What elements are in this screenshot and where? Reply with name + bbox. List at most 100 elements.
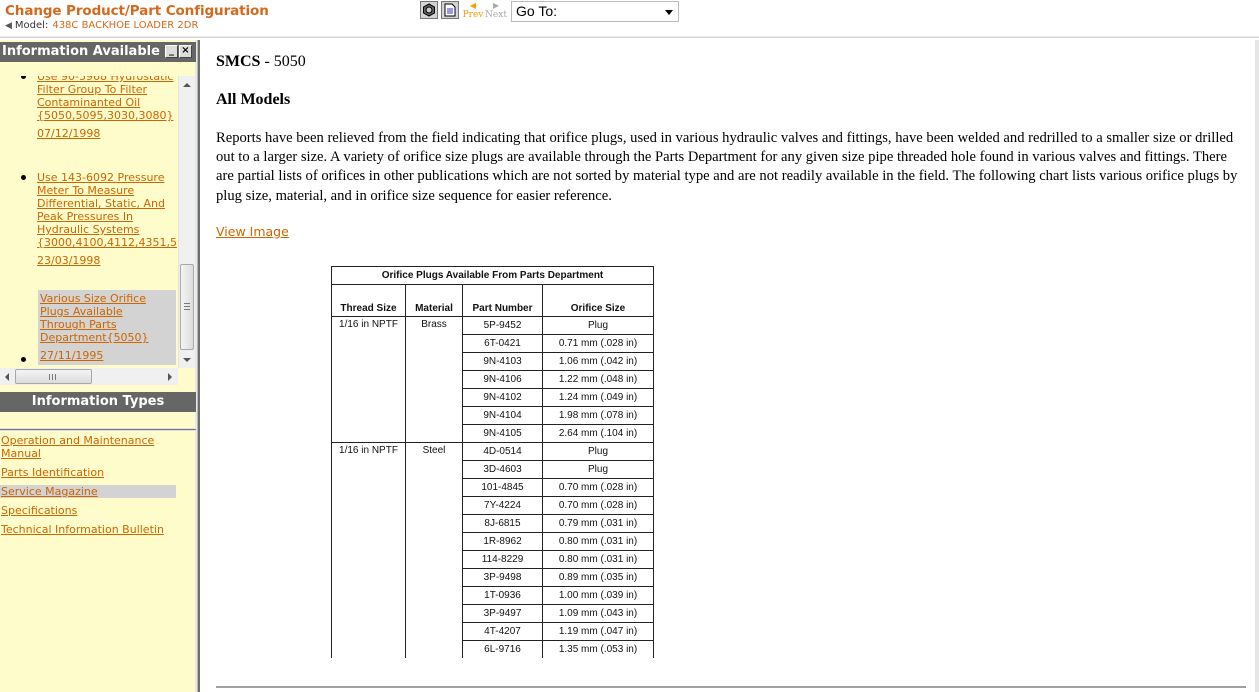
bullet-icon [21,175,26,180]
orifice-size-cell: 0.71 mm (.028 in) [542,334,654,353]
empty-cell [331,514,406,533]
part-number-cell: 9N-4104 [462,406,543,425]
empty-cell [405,550,463,569]
doc-title-line[interactable]: {3000,4100,4112,4351,5 [37,236,178,249]
empty-cell [331,496,406,515]
empty-cell [331,478,406,497]
close-button[interactable]: × [179,45,192,58]
vertical-scrollbar[interactable] [178,76,195,368]
orifice-table-image: Orifice Plugs Available From Parts Depar… [331,266,656,658]
minimize-button[interactable]: _ [165,45,178,58]
doc-title-line[interactable]: Filter Group To Filter [37,83,178,96]
hex-nut-icon [423,3,435,17]
empty-cell [331,334,406,353]
doc-title-line[interactable]: {5050,5095,3030,3080} [37,109,178,122]
minimize-icon: _ [169,45,174,56]
table-row: 9N-4103 1.06 mm (.042 in) [331,352,654,371]
empty-cell [331,460,406,479]
smcs-label: SMCS [216,53,261,70]
info-available-list: Use 90-5968 Hydrostatic Filter Group To … [0,76,178,366]
doc-title-line[interactable]: Hydraulic Systems [37,223,178,236]
material-cell: Steel [405,442,463,461]
part-number-cell: 1R-8962 [462,532,543,551]
part-number-cell: 9N-4103 [462,352,543,371]
orifice-size-cell: 1.98 mm (.078 in) [542,406,654,425]
grip-icon [184,303,190,310]
doc-title-line[interactable]: Use 143-6092 Pressure [37,171,178,184]
empty-cell [405,370,463,389]
goto-dropdown[interactable]: Go To: [511,1,679,22]
empty-cell [405,586,463,605]
scrollbar-thumb[interactable] [180,264,194,350]
part-nut-button[interactable] [420,1,438,19]
info-available-header: Information Available _ × [0,42,196,62]
horizontal-scrollbar[interactable] [0,368,178,385]
info-type-service-magazine[interactable]: Service Magazine [0,485,176,498]
model-breadcrumb: ◀ Model: 438C BACKHOE LOADER 2DR [5,20,198,31]
doc-title-line[interactable]: Contaminanted Oil [37,96,178,109]
doc-date[interactable]: 27/11/1995 [40,349,176,362]
empty-cell [405,496,463,515]
empty-cell [331,424,406,443]
doc-date[interactable]: 23/03/1998 [37,254,178,267]
part-number-cell: 4T-4207 [462,622,543,641]
view-image-link[interactable]: View Image [216,224,289,239]
table-row: 101-4845 0.70 mm (.028 in) [331,478,654,497]
part-number-cell: 8J-6815 [462,514,543,533]
toolbar: ◀ Prev ▶ Next Go To: [420,1,679,23]
part-number-cell: 3D-4603 [462,460,543,479]
smcs-value: - 5050 [260,53,306,70]
table-row: 9N-4105 2.64 mm (.104 in) [331,424,654,443]
table-row: 6L-9716 1.35 mm (.053 in) [331,640,654,658]
part-number-cell: 5P-9452 [462,316,543,335]
empty-cell [405,514,463,533]
scroll-down-icon[interactable] [183,358,191,362]
document-button[interactable] [441,1,459,19]
app-window: Change Product/Part Configuration ◀ Model… [0,0,1259,692]
doc-date[interactable]: 07/12/1998 [37,127,178,140]
doc-title-line[interactable]: Use 90-5968 Hydrostatic [37,76,178,83]
bullet-icon [21,76,26,79]
table-row: 1/16 in NPTF Steel 4D-0514 Plug [331,442,654,461]
orifice-size-cell: 1.24 mm (.049 in) [542,388,654,407]
part-number-cell: 9N-4106 [462,370,543,389]
empty-cell [331,550,406,569]
doc-title-line[interactable]: Differential, Static, And [37,197,178,210]
info-type-operation-maintenance[interactable]: Operation and Maintenance Manual [0,434,176,460]
scroll-right-icon[interactable] [168,373,172,381]
info-type-specifications[interactable]: Specifications [0,504,176,517]
scroll-up-icon[interactable] [183,83,191,87]
info-type-technical-bulletin[interactable]: Technical Information Bulletin [0,523,176,536]
model-value[interactable]: 438C BACKHOE LOADER 2DR [52,20,198,31]
doc-title-line[interactable]: Meter To Measure [37,184,178,197]
table-row: 4T-4207 1.19 mm (.047 in) [331,622,654,641]
table-row: 9N-4104 1.98 mm (.078 in) [331,406,654,425]
doc-title-line[interactable]: Through Parts [40,318,176,331]
page-title[interactable]: Change Product/Part Configuration [5,3,269,19]
table-row: 114-8229 0.80 mm (.031 in) [331,550,654,569]
orifice-plugs-table: Orifice Plugs Available From Parts Depar… [331,266,654,658]
main-scrollbar-track[interactable] [1253,40,1259,692]
orifice-size-cell: 0.70 mm (.028 in) [542,496,654,515]
part-number-cell: 9N-4105 [462,424,543,443]
orifice-size-cell: 0.80 mm (.031 in) [542,532,654,551]
doc-title-line[interactable]: Peak Pressures In [37,210,178,223]
empty-cell [405,460,463,479]
doc-title-line[interactable]: Various Size Orifice [40,292,176,305]
doc-title-line[interactable]: Department{5050} [40,331,176,344]
scrollbar-thumb[interactable] [15,369,92,384]
orifice-size-cell: 0.80 mm (.031 in) [542,550,654,569]
prev-button[interactable]: ◀ Prev [462,1,484,20]
part-number-cell: 6L-9716 [462,640,543,658]
chevron-left-icon[interactable]: ◀ [5,21,12,31]
info-type-parts-identification[interactable]: Parts Identification [0,466,176,479]
bullet-icon [21,357,26,362]
next-button[interactable]: ▶ Next [485,1,507,20]
horizontal-rule [216,686,1246,688]
part-number-cell: 114-8229 [462,550,543,569]
scroll-left-icon[interactable] [5,373,9,381]
close-icon: × [181,45,190,56]
next-label: Next [485,10,507,20]
doc-title-line[interactable]: Plugs Available [40,305,176,318]
empty-cell [331,352,406,371]
